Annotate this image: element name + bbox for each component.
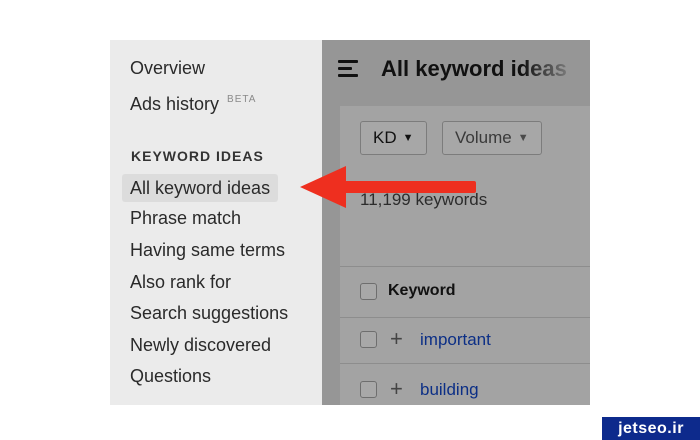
keyword-column-header[interactable]: Keyword (388, 282, 456, 300)
sidebar-item-label: Overview (130, 58, 206, 78)
volume-filter-dropdown[interactable]: Volume ▼ (442, 121, 542, 155)
sidebar-item-label: Newly discovered (130, 335, 272, 355)
kd-filter-dropdown[interactable]: KD ▼ (360, 121, 427, 155)
sidebar-item-phrase-match[interactable]: Phrase match (122, 204, 249, 232)
sidebar-item-ads-history[interactable]: Ads history BETA (122, 86, 264, 114)
sidebar-item-label: Having same terms (130, 240, 286, 260)
keyword-link-important[interactable]: important (420, 330, 491, 350)
sidebar-item-all-keyword-ideas[interactable]: All keyword ideas (122, 174, 279, 202)
volume-filter-label: Volume (455, 128, 512, 147)
results-panel: KD ▼ Volume ▼ 11,199 keywords Keyword + im… (340, 106, 590, 405)
watermark-logo: jetseo.ir (602, 417, 700, 440)
sidebar-item-search-suggestions[interactable]: Search suggestions (122, 299, 296, 327)
sidebar-item-overview[interactable]: Overview (122, 54, 213, 82)
main-header: All keyword ideas (322, 40, 590, 104)
main-content: All keyword ideas KD ▼ Volume ▼ 11,199 key… (322, 40, 590, 405)
sidebar: Overview Ads history BETA KEYWORD IDEAS A… (110, 40, 322, 405)
sidebar-item-also-rank-for[interactable]: Also rank for (122, 268, 239, 296)
sidebar-item-questions[interactable]: Questions (122, 362, 219, 390)
kd-filter-label: KD (373, 128, 397, 147)
divider (340, 266, 590, 267)
red-arrow-annotation (300, 166, 476, 208)
sidebar-item-newly-discovered[interactable]: Newly discovered (122, 331, 279, 359)
add-keyword-plus-icon[interactable]: + (390, 378, 403, 400)
row-checkbox[interactable] (360, 331, 377, 348)
divider (340, 363, 590, 364)
divider (340, 317, 590, 318)
beta-badge: BETA (227, 94, 257, 105)
section-title-keyword-ideas: KEYWORD IDEAS (131, 148, 264, 164)
sidebar-item-label: Search suggestions (130, 303, 289, 323)
add-keyword-plus-icon[interactable]: + (390, 328, 403, 350)
row-checkbox[interactable] (360, 381, 377, 398)
select-all-checkbox[interactable] (360, 283, 377, 300)
hamburger-menu-icon[interactable] (338, 60, 360, 78)
sidebar-item-having-same-terms[interactable]: Having same terms (122, 236, 293, 264)
caret-down-icon: ▼ (517, 132, 529, 144)
app-frame: Overview Ads history BETA KEYWORD IDEAS A… (110, 40, 590, 405)
title-fade-overlay (522, 48, 590, 96)
caret-down-icon: ▼ (402, 132, 414, 144)
sidebar-item-label: Phrase match (130, 208, 242, 228)
sidebar-item-label: All keyword ideas (130, 178, 271, 198)
keyword-link-building[interactable]: building (420, 380, 479, 400)
sidebar-item-label: Ads history (130, 94, 220, 114)
sidebar-item-label: Questions (130, 366, 212, 386)
sidebar-item-label: Also rank for (130, 272, 232, 292)
